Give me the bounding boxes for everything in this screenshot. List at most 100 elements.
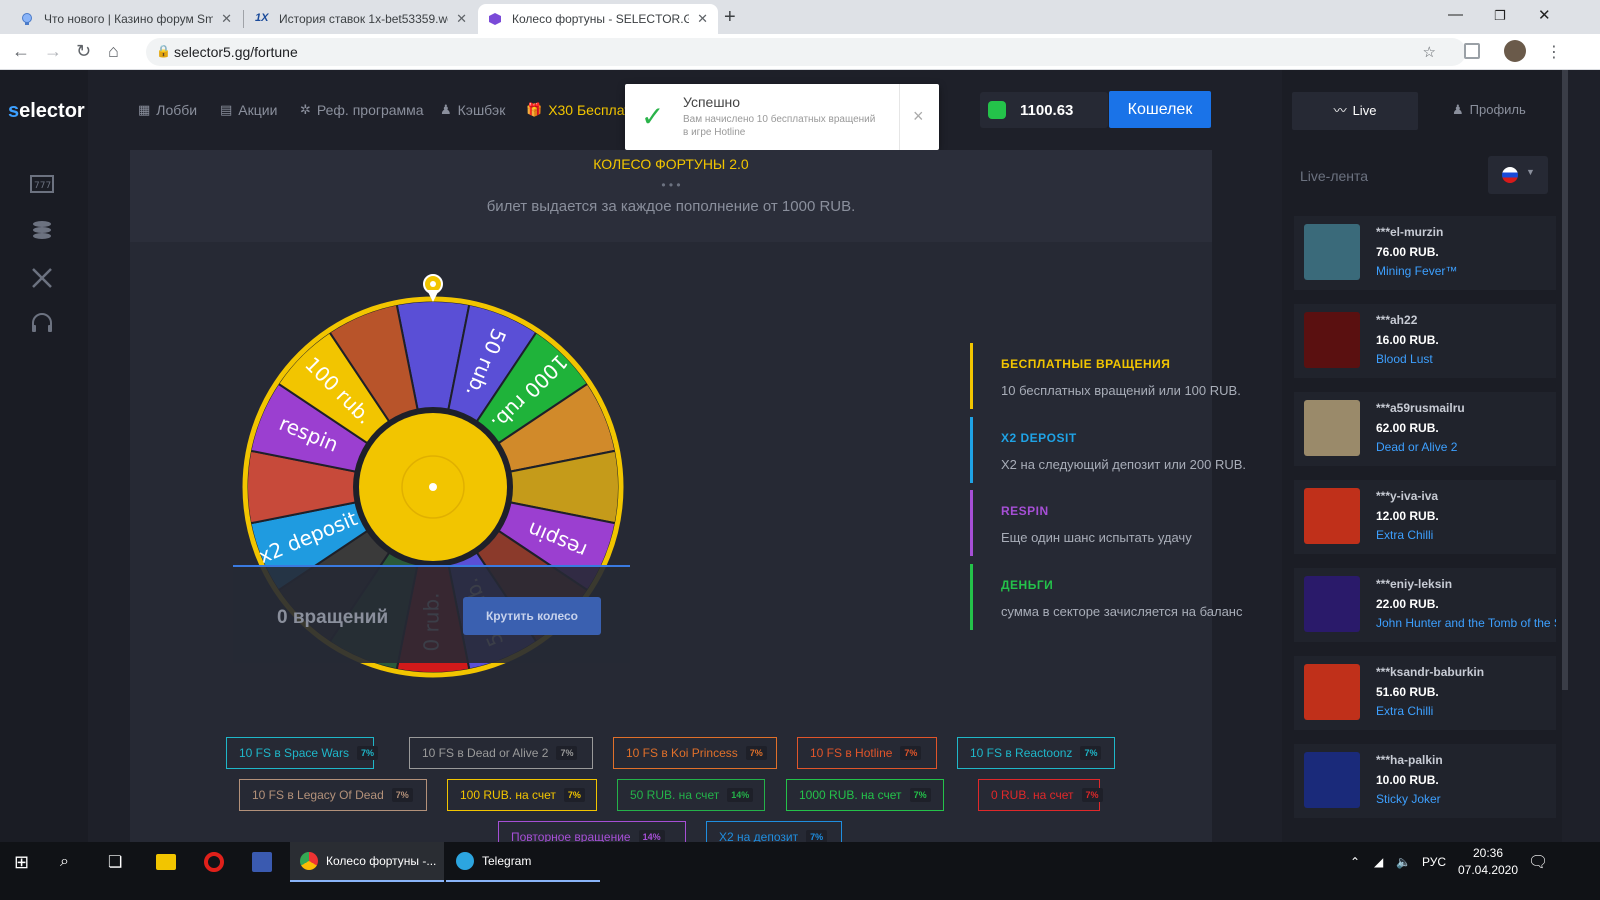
feed-amount: 51.60 RUB. xyxy=(1376,685,1439,699)
chip-percent: 7% xyxy=(1081,788,1103,802)
live-feed-item[interactable]: ***a59rusmailru 62.00 RUB. Dead or Alive 2 xyxy=(1294,392,1556,466)
page-title: КОЛЕСО ФОРТУНЫ 2.0 xyxy=(593,156,749,172)
feed-game-link[interactable]: Extra Chilli xyxy=(1376,704,1556,718)
live-feed-item[interactable]: ***ksandr-baburkin 51.60 RUB. Extra Chilli xyxy=(1294,656,1556,730)
site-logo[interactable]: selector xyxy=(8,100,85,123)
live-panel: 〰 Live ♟ Профиль Live-лента ▼ ***el-murzin… xyxy=(1282,70,1568,860)
feed-game-link[interactable]: Extra Chilli xyxy=(1376,528,1556,542)
nav-x30-free[interactable]: 🎁 X30 Бесплатн xyxy=(526,102,638,118)
toast-close-icon[interactable]: × xyxy=(913,106,924,127)
nav-referral[interactable]: ✲ Реф. программа xyxy=(300,102,424,118)
language-select[interactable]: ▼ xyxy=(1488,156,1548,194)
nav-lobby[interactable]: ▦ Лобби xyxy=(138,102,197,118)
feed-user: ***ah22 xyxy=(1376,313,1418,327)
feed-amount: 10.00 RUB. xyxy=(1376,773,1439,787)
live-feed-item[interactable]: ***eniy-leksin 22.00 RUB. John Hunter and … xyxy=(1294,568,1556,642)
url-field[interactable]: 🔒 selector5.gg/fortune ☆ xyxy=(146,38,1466,66)
chip-percent: 14% xyxy=(727,788,754,802)
tab-profile[interactable]: ♟ Профиль xyxy=(1452,102,1526,118)
search-icon[interactable]: ⌕ xyxy=(60,842,69,882)
language-indicator[interactable]: РУС xyxy=(1422,842,1446,882)
wallet-button[interactable]: Кошелек xyxy=(1109,91,1211,128)
game-thumbnail[interactable] xyxy=(1304,488,1360,544)
chip-label: 10 FS в Legacy Of Dead xyxy=(252,788,384,802)
feed-user: ***ksandr-baburkin xyxy=(1376,665,1485,679)
prize-chip: 10 FS в Koi Princess 7% xyxy=(613,737,777,769)
activity-icon: 〰 xyxy=(1333,103,1347,118)
site-sidebar: selector 777 xyxy=(0,70,88,860)
prize-chip: 10 FS в Reactoonz 7% xyxy=(957,737,1115,769)
coins-icon[interactable] xyxy=(30,218,54,248)
feed-game-link[interactable]: Sticky Joker xyxy=(1376,792,1556,806)
feed-user: ***el-murzin xyxy=(1376,225,1444,239)
notifications-icon[interactable]: 🗨 xyxy=(1528,842,1548,882)
feed-game-link[interactable]: Blood Lust xyxy=(1376,352,1556,366)
feed-user: ***ha-palkin xyxy=(1376,753,1443,767)
save-disk-icon[interactable] xyxy=(252,842,272,882)
windows-start-icon[interactable]: ⊞ xyxy=(14,842,29,882)
close-window-icon[interactable]: ✕ xyxy=(1538,6,1551,24)
prize-chip: 100 RUB. на счет 7% xyxy=(447,779,597,811)
feed-game-link[interactable]: Dead or Alive 2 xyxy=(1376,440,1556,454)
menu-dots-icon[interactable]: ⋮ xyxy=(1546,42,1562,62)
game-thumbnail[interactable] xyxy=(1304,224,1360,280)
chip-label: 10 FS в Space Wars xyxy=(239,746,349,760)
feed-game-link[interactable]: Mining Fever™ xyxy=(1376,264,1556,278)
chevron-up-icon[interactable]: ⌃ xyxy=(1350,842,1360,882)
close-tab-icon[interactable]: ✕ xyxy=(221,11,232,27)
feed-amount: 12.00 RUB. xyxy=(1376,509,1439,523)
home-icon[interactable]: ⌂ xyxy=(108,41,119,62)
game-thumbnail[interactable] xyxy=(1304,664,1360,720)
info-free-spins: БЕСПЛАТНЫЕ ВРАЩЕНИЯ 10 бесплатных вращен… xyxy=(970,343,1330,409)
lightbulb-icon xyxy=(20,12,34,26)
prize-chip: 10 FS в Space Wars 7% xyxy=(226,737,378,769)
prize-chip: 10 FS в Dead or Alive 2 7% xyxy=(409,737,593,769)
headset-icon[interactable] xyxy=(30,312,54,342)
taskbar-chrome[interactable]: Колесо фортуны -... xyxy=(290,842,444,882)
restore-icon[interactable]: ❐ xyxy=(1494,8,1506,24)
spin-wheel-button[interactable]: Крутить колесо xyxy=(463,597,601,635)
back-icon[interactable]: ← xyxy=(12,41,30,62)
bookmark-star-icon[interactable]: ☆ xyxy=(1423,43,1436,61)
browser-tab-3-active[interactable]: Колесо фортуны - SELECTOR.GG ✕ xyxy=(478,4,718,34)
wifi-icon[interactable]: ◢ xyxy=(1374,842,1383,882)
close-tab-icon[interactable]: ✕ xyxy=(697,11,708,27)
scrollbar[interactable] xyxy=(1562,70,1568,690)
success-toast: ✓ Успешно Вам начислено 10 бесплатных вр… xyxy=(625,84,939,150)
taskbar-telegram[interactable]: Telegram xyxy=(446,842,600,882)
minimize-icon[interactable]: — xyxy=(1448,6,1463,23)
crossed-swords-icon[interactable] xyxy=(30,266,54,296)
nav-cashback[interactable]: ♟ Кэшбэк xyxy=(440,102,505,118)
extension-icon[interactable] xyxy=(1464,43,1480,59)
browser-tab-2[interactable]: 1X История ставок 1x-bet53359.wo ✕ xyxy=(245,4,477,34)
prize-chip: 10 FS в Hotline 7% xyxy=(797,737,937,769)
live-feed-item[interactable]: ***ah22 16.00 RUB. Blood Lust xyxy=(1294,304,1556,378)
game-thumbnail[interactable] xyxy=(1304,576,1360,632)
game-thumbnail[interactable] xyxy=(1304,312,1360,368)
clock[interactable]: 20:36 07.04.2020 xyxy=(1456,846,1520,877)
volume-icon[interactable]: 🔈 xyxy=(1396,842,1411,882)
game-thumbnail[interactable] xyxy=(1304,752,1360,808)
browser-tab-1[interactable]: Что нового | Казино форум Sm ✕ xyxy=(10,4,242,34)
live-feed-item[interactable]: ***y-iva-iva 12.00 RUB. Extra Chilli xyxy=(1294,480,1556,554)
feed-game-link[interactable]: John Hunter and the Tomb of the Scarab Q… xyxy=(1376,616,1556,630)
forward-icon[interactable]: → xyxy=(44,41,62,62)
grid-icon: ▦ xyxy=(138,102,151,117)
live-feed-item[interactable]: ***ha-palkin 10.00 RUB. Sticky Joker xyxy=(1294,744,1556,818)
feed-user: ***y-iva-iva xyxy=(1376,489,1439,503)
opera-icon[interactable] xyxy=(204,842,224,882)
feed-user: ***a59rusmailru xyxy=(1376,401,1465,415)
live-feed-item[interactable]: ***el-murzin 76.00 RUB. Mining Fever™ xyxy=(1294,216,1556,290)
tab-live[interactable]: 〰 Live xyxy=(1292,92,1418,130)
money-icon xyxy=(988,101,1006,119)
file-explorer-icon[interactable] xyxy=(156,842,176,882)
reload-icon[interactable]: ↻ xyxy=(76,41,91,62)
avatar[interactable] xyxy=(1504,40,1526,62)
nav-promos[interactable]: ▤ Акции xyxy=(220,102,277,118)
wheel-header: КОЛЕСО ФОРТУНЫ 2.0 • • • билет выдается … xyxy=(130,150,1212,242)
close-tab-icon[interactable]: ✕ xyxy=(456,11,467,27)
slots-icon[interactable]: 777 xyxy=(30,174,54,200)
task-view-icon[interactable]: ❏ xyxy=(108,842,122,882)
new-tab-icon[interactable]: + xyxy=(724,6,736,29)
game-thumbnail[interactable] xyxy=(1304,400,1360,456)
